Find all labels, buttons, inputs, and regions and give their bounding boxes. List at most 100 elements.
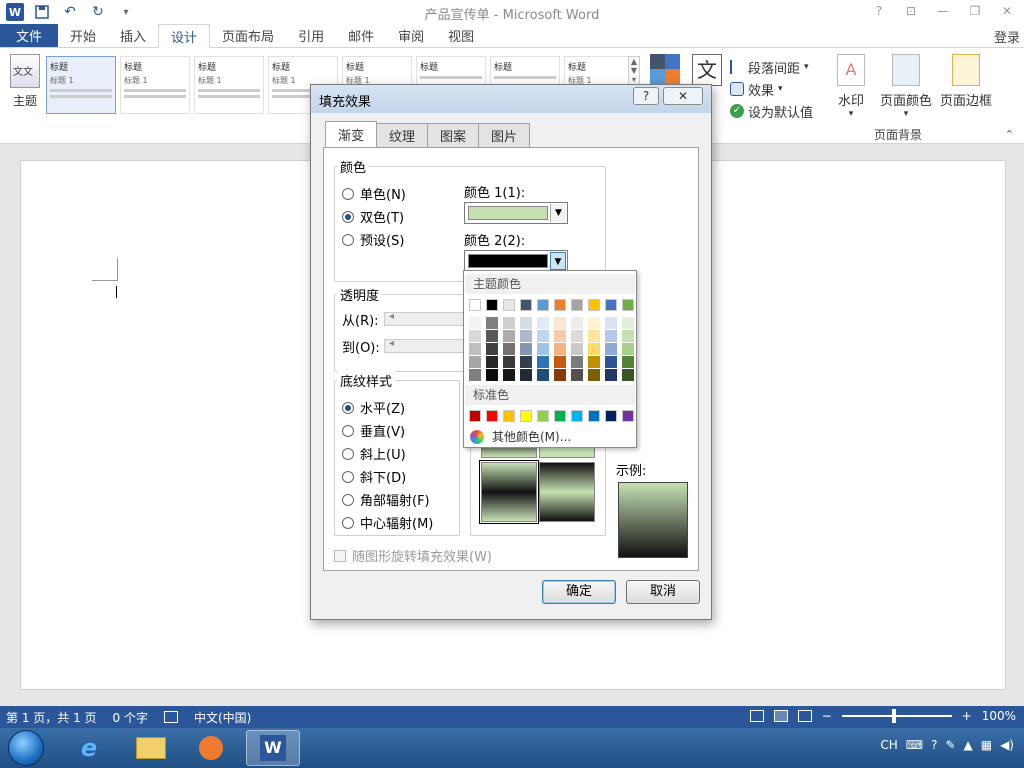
theme-shade-swatch[interactable] <box>605 330 617 342</box>
page-color-button[interactable]: 页面颜色 ▾ <box>878 54 934 119</box>
standard-color-swatch[interactable] <box>571 410 583 422</box>
standard-color-swatch[interactable] <box>486 410 498 422</box>
standard-color-swatch[interactable] <box>605 410 617 422</box>
theme-shade-swatch[interactable] <box>605 356 617 368</box>
theme-shade-swatch[interactable] <box>554 369 566 381</box>
color1-dropdown[interactable]: ▼ <box>464 202 568 224</box>
tab-design[interactable]: 设计 <box>158 24 211 48</box>
dialog-help-button[interactable]: ? <box>633 87 659 105</box>
redo-icon[interactable]: ↻ <box>88 2 108 22</box>
theme-shade-swatch[interactable] <box>503 330 515 342</box>
theme-shade-swatch[interactable] <box>469 317 481 329</box>
tab-review[interactable]: 审阅 <box>386 24 436 47</box>
themes-button[interactable]: 主题 <box>6 54 44 109</box>
radio-diagonal-up[interactable]: 斜上(U) <box>342 444 406 463</box>
tab-pattern[interactable]: 图案 <box>427 123 480 147</box>
file-explorer-icon[interactable] <box>124 730 178 766</box>
radio-vertical[interactable]: 垂直(V) <box>342 421 405 440</box>
chevron-down-icon[interactable]: ▼ <box>550 204 566 222</box>
ok-button[interactable]: 确定 <box>542 580 616 604</box>
transparency-from-slider[interactable] <box>384 311 470 326</box>
standard-color-swatch[interactable] <box>537 410 549 422</box>
theme-shade-swatch[interactable] <box>554 343 566 355</box>
theme-shade-swatch[interactable] <box>571 330 583 342</box>
network-icon[interactable]: ▦ <box>981 738 992 752</box>
theme-shade-swatch[interactable] <box>537 330 549 342</box>
collapse-ribbon-icon[interactable]: ⌃ <box>1005 128 1014 141</box>
theme-color-swatch[interactable] <box>520 299 532 311</box>
style-set-item[interactable]: 标题 标题 1 <box>120 56 190 114</box>
set-as-default-button[interactable]: ✓ 设为默认值 <box>730 100 813 122</box>
theme-shade-swatch[interactable] <box>622 317 634 329</box>
zoom-thumb[interactable] <box>891 709 896 723</box>
volume-icon[interactable]: ◀) <box>1000 738 1014 752</box>
theme-shade-swatch[interactable] <box>588 317 600 329</box>
transparency-to-slider[interactable] <box>384 338 470 353</box>
theme-color-swatch[interactable] <box>503 299 515 311</box>
read-mode-icon[interactable] <box>749 710 764 722</box>
theme-shade-swatch[interactable] <box>486 330 498 342</box>
tab-file[interactable]: 文件 <box>0 24 58 47</box>
customize-qat-icon[interactable]: ▾ <box>116 2 136 22</box>
radio-one-color[interactable]: 单色(N) <box>342 184 406 203</box>
theme-shade-swatch[interactable] <box>571 317 583 329</box>
theme-shade-swatch[interactable] <box>605 317 617 329</box>
dialog-title-bar[interactable]: 填充效果 ? ✕ <box>311 85 711 113</box>
theme-color-swatch[interactable] <box>605 299 617 311</box>
standard-color-swatch[interactable] <box>622 410 634 422</box>
input-language[interactable]: CH <box>880 738 897 752</box>
theme-fonts-button[interactable]: 文 <box>692 54 722 86</box>
theme-color-swatch[interactable] <box>537 299 549 311</box>
page-count[interactable]: 第 1 页，共 1 页 <box>6 709 97 726</box>
internet-explorer-icon[interactable]: e <box>62 730 116 766</box>
theme-shade-swatch[interactable] <box>554 356 566 368</box>
theme-shade-swatch[interactable] <box>554 330 566 342</box>
standard-color-swatch[interactable] <box>469 410 481 422</box>
radio-from-corner[interactable]: 角部辐射(F) <box>342 490 430 509</box>
radio-two-colors[interactable]: 双色(T) <box>342 207 404 226</box>
dialog-close-button[interactable]: ✕ <box>663 87 703 105</box>
effects-button[interactable]: 效果 ▾ <box>730 78 813 100</box>
theme-shade-swatch[interactable] <box>537 343 549 355</box>
help-icon[interactable]: ? <box>868 2 890 20</box>
radio-diagonal-down[interactable]: 斜下(D) <box>342 467 406 486</box>
tab-texture[interactable]: 纹理 <box>376 123 429 147</box>
language-indicator[interactable]: 中文(中国) <box>194 709 251 726</box>
theme-color-swatch[interactable] <box>622 299 634 311</box>
keyboard-icon[interactable]: ⌨ <box>906 738 923 752</box>
style-set-item[interactable]: 标题 标题 1 <box>194 56 264 114</box>
theme-shade-swatch[interactable] <box>503 343 515 355</box>
theme-shade-swatch[interactable] <box>486 369 498 381</box>
page-borders-button[interactable]: 页面边框 <box>938 54 994 119</box>
more-colors-button[interactable]: 其他颜色(M)... <box>470 428 571 445</box>
watermark-button[interactable]: A 水印 ▾ <box>828 54 874 119</box>
media-player-icon[interactable] <box>184 730 238 766</box>
theme-color-swatch[interactable] <box>486 299 498 311</box>
theme-color-swatch[interactable] <box>554 299 566 311</box>
theme-shade-swatch[interactable] <box>469 330 481 342</box>
theme-shade-swatch[interactable] <box>503 317 515 329</box>
word-logo-icon[interactable]: W <box>6 3 24 21</box>
theme-shade-swatch[interactable] <box>571 369 583 381</box>
ime-icon[interactable]: ✎ <box>945 738 955 752</box>
theme-shade-swatch[interactable] <box>588 356 600 368</box>
theme-shade-swatch[interactable] <box>469 369 481 381</box>
theme-shade-swatch[interactable] <box>520 317 532 329</box>
color2-dropdown[interactable]: ▼ <box>464 250 568 272</box>
word-taskbar-icon[interactable]: W <box>246 730 300 766</box>
gradient-variant[interactable] <box>479 460 539 524</box>
theme-shade-swatch[interactable] <box>622 369 634 381</box>
login-link[interactable]: 登录 <box>994 27 1020 46</box>
tab-view[interactable]: 视图 <box>436 24 486 47</box>
theme-shade-swatch[interactable] <box>537 317 549 329</box>
ribbon-display-options-icon[interactable]: ⊡ <box>900 2 922 20</box>
theme-shade-swatch[interactable] <box>537 369 549 381</box>
theme-shade-swatch[interactable] <box>503 369 515 381</box>
word-count[interactable]: 0 个字 <box>113 709 148 726</box>
theme-shade-swatch[interactable] <box>486 356 498 368</box>
print-layout-icon[interactable] <box>773 710 788 722</box>
show-hidden-icons-icon[interactable]: ▲ <box>964 738 973 752</box>
theme-shade-swatch[interactable] <box>622 356 634 368</box>
undo-icon[interactable]: ↶ <box>60 2 80 22</box>
theme-shade-swatch[interactable] <box>622 343 634 355</box>
